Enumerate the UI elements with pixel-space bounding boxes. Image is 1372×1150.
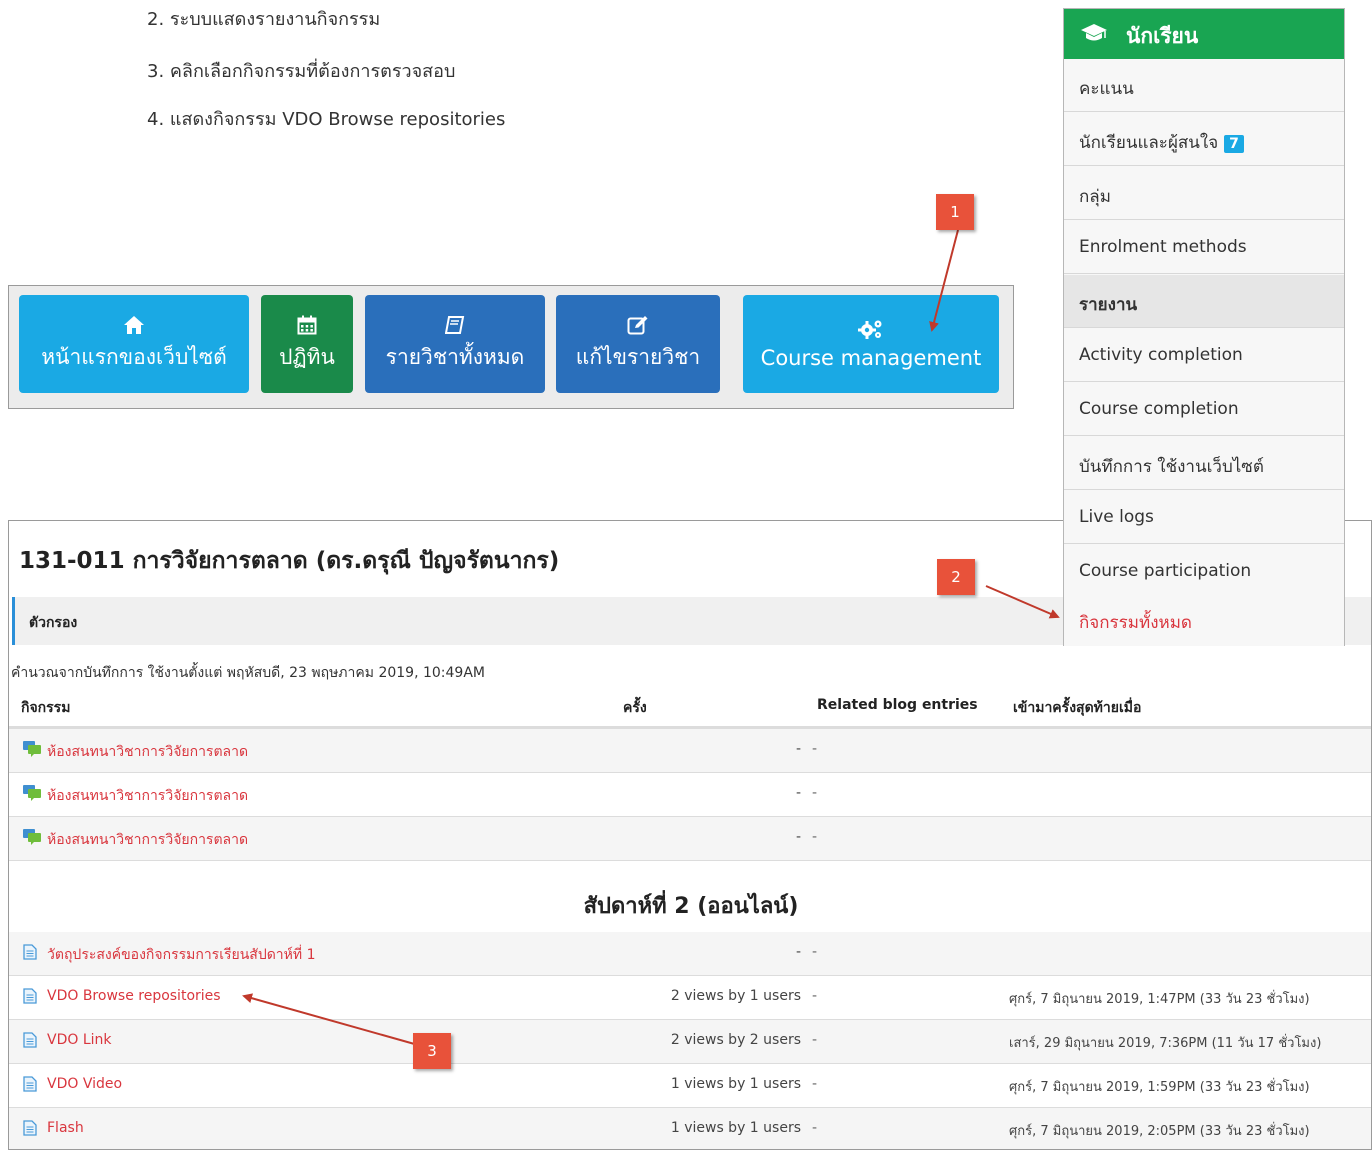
callout-1: 1 — [936, 194, 974, 230]
arrow-3 — [242, 993, 419, 1046]
annotation-arrows — [242, 229, 1060, 1046]
arrow-1 — [929, 229, 959, 332]
arrow-2 — [985, 585, 1060, 619]
callout-3: 3 — [413, 1033, 451, 1069]
callout-2: 2 — [937, 559, 975, 595]
